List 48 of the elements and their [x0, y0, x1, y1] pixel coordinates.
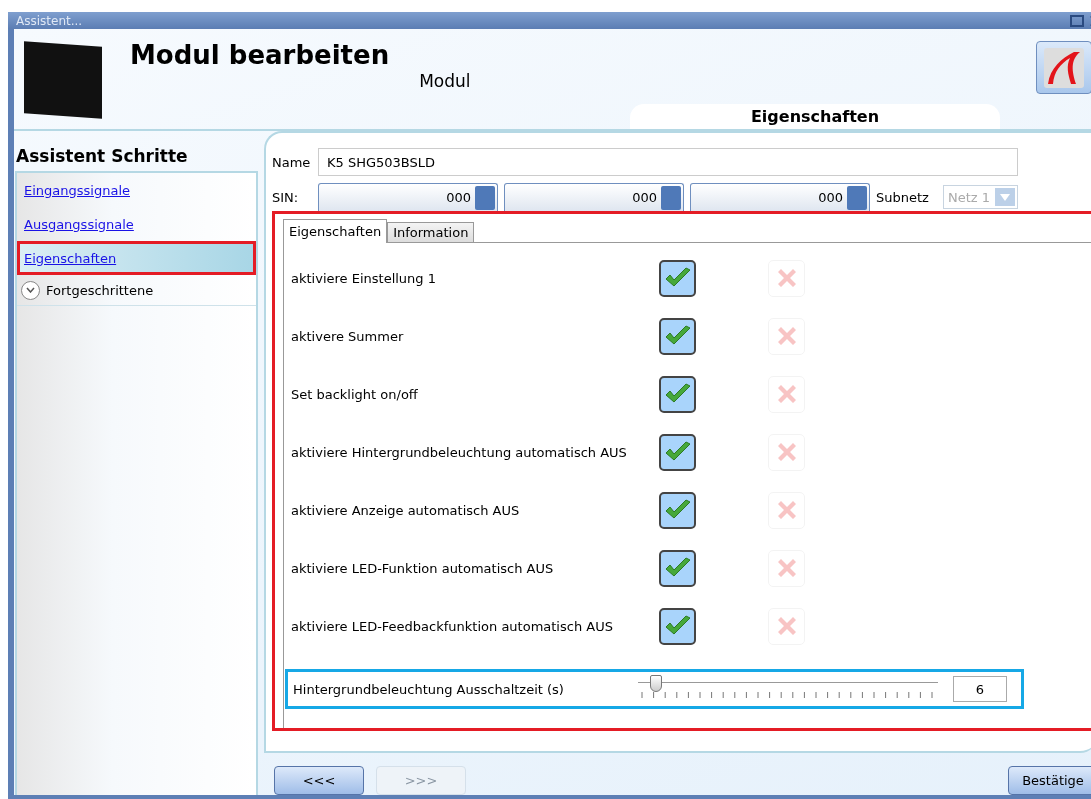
sidebar-link[interactable]: Eigenschaften — [17, 241, 256, 275]
subnet-label: Subnetz — [876, 189, 929, 205]
check-icon — [663, 383, 692, 405]
chevron-icon[interactable] — [21, 280, 40, 300]
document-logo-icon — [1044, 47, 1084, 88]
window-title: Assistent... — [16, 13, 83, 28]
spin-field[interactable]: 000 — [318, 183, 498, 211]
back-button[interactable]: <<< — [274, 766, 364, 795]
sidebar-item[interactable]: Fortgeschrittene — [46, 282, 154, 298]
setting-label: Set backlight on/off — [291, 386, 419, 402]
setting-label: aktiviere LED-Funktion automatisch AUS — [291, 560, 555, 576]
enable-button[interactable] — [659, 317, 696, 355]
sidebar-link[interactable]: Eingangssignale — [17, 173, 256, 207]
check-icon — [663, 441, 692, 463]
sidebar-title: Assistent Schritte — [15, 145, 189, 168]
enable-button[interactable] — [659, 607, 696, 645]
check-icon — [663, 557, 692, 579]
enable-button[interactable] — [659, 491, 696, 529]
name-field[interactable]: K5 SHG503BSLD — [318, 148, 1018, 176]
check-icon — [663, 499, 692, 521]
slider-label: Hintergrundbeleuchtung Ausschaltzeit (s) — [293, 681, 565, 697]
tab[interactable]: Eigenschaften — [283, 219, 388, 243]
value-field[interactable]: 6 — [953, 676, 1007, 702]
sin-label: SIN: — [272, 189, 300, 205]
setting-label: aktivere Summer — [291, 328, 405, 344]
enable-button[interactable] — [659, 549, 696, 587]
setting-label: aktiviere Hintergrundbeleuchtung automatisch AUS — [291, 444, 628, 460]
enable-button[interactable] — [659, 375, 696, 413]
tab[interactable]: Information — [387, 222, 475, 242]
name-label: Name — [272, 154, 312, 170]
check-icon — [663, 325, 692, 347]
slider-thumb[interactable] — [650, 675, 662, 692]
enable-button[interactable] — [659, 433, 696, 471]
spin-field[interactable]: 000 — [690, 183, 870, 211]
sidebar-link[interactable]: Ausgangssignale — [17, 207, 256, 241]
pdf-button[interactable] — [1036, 41, 1091, 94]
check-icon — [663, 615, 692, 637]
confirm-button[interactable]: Bestätige — [1008, 766, 1091, 795]
enable-button[interactable] — [659, 259, 696, 297]
check-icon — [663, 267, 692, 289]
maximize-icon[interactable] — [1070, 14, 1084, 27]
setting-label: aktiviere Einstellung 1 — [291, 270, 437, 286]
spin-field[interactable]: 000 — [504, 183, 684, 211]
setting-label: aktiviere LED-Feedbackfunktion automatisch AUS — [291, 618, 614, 634]
caret-icon — [999, 193, 1010, 201]
page-title: Modul bearbeiten — [130, 40, 390, 72]
setting-label: aktiviere Anzeige automatisch AUS — [291, 502, 521, 518]
page-subtitle: Modul — [419, 71, 471, 93]
